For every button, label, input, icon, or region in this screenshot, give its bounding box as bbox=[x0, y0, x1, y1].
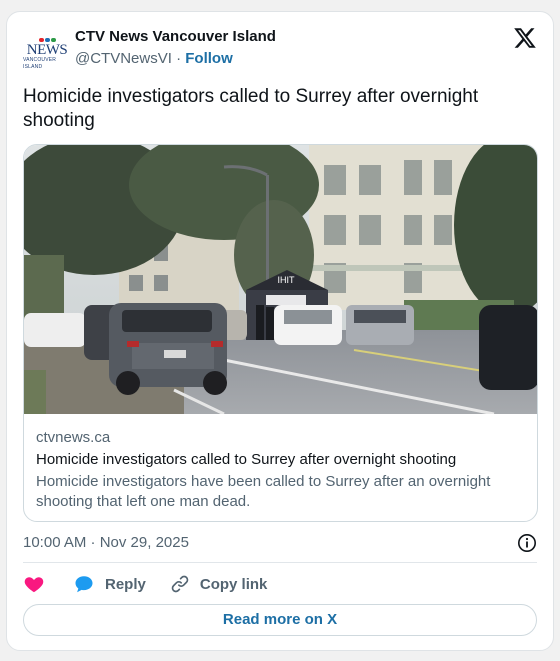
like-button[interactable] bbox=[23, 573, 45, 595]
action-bar: Reply Copy link bbox=[23, 569, 537, 599]
copy-link-label: Copy link bbox=[199, 575, 268, 593]
handle-row: @CTVNewsVI · Follow bbox=[75, 50, 233, 67]
news-photo: IHIT bbox=[24, 145, 537, 414]
tent-label: IHIT bbox=[278, 275, 296, 285]
link-title[interactable]: Homicide investigators called to Surrey … bbox=[36, 450, 525, 470]
info-icon[interactable] bbox=[517, 533, 537, 553]
avatar-logo-subtext: VANCOUVER ISLAND bbox=[23, 56, 57, 70]
reply-button[interactable]: Reply bbox=[73, 573, 146, 595]
tweet-text: Homicide investigators called to Surrey … bbox=[23, 86, 479, 131]
tweet-timestamp[interactable]: 10:00 AM · Nov 29, 2025 bbox=[23, 534, 189, 551]
link-meta: ctvnews.ca Homicide investigators called… bbox=[36, 428, 525, 512]
link-icon bbox=[171, 575, 189, 593]
reply-label: Reply bbox=[105, 575, 146, 593]
link-domain: ctvnews.ca bbox=[36, 429, 111, 446]
follow-button[interactable]: Follow bbox=[185, 50, 233, 67]
heart-icon bbox=[24, 577, 44, 593]
copy-link-button[interactable]: Copy link bbox=[170, 574, 268, 594]
avatar-logo-text: NEWS bbox=[26, 41, 68, 58]
read-more-button[interactable]: Read more on X bbox=[23, 604, 537, 636]
ctv-logo-icon bbox=[38, 37, 56, 42]
handle-separator: · bbox=[176, 50, 182, 67]
author-handle[interactable]: @CTVNewsVI bbox=[75, 50, 172, 67]
timestamp-row: 10:00 AM · Nov 29, 2025 bbox=[23, 531, 537, 555]
speech-bubble-icon bbox=[75, 576, 93, 593]
divider bbox=[23, 562, 537, 563]
x-logo-icon[interactable] bbox=[513, 26, 537, 50]
author-name[interactable]: CTV News Vancouver Island bbox=[75, 28, 276, 45]
avatar[interactable]: NEWS VANCOUVER ISLAND bbox=[23, 30, 71, 78]
tweet-embed-card: NEWS VANCOUVER ISLAND CTV News Vancouver… bbox=[6, 11, 554, 651]
tweet-header: NEWS VANCOUVER ISLAND CTV News Vancouver… bbox=[23, 26, 537, 76]
link-preview-card[interactable]: IHIT ctvnews.ca Homicide investigators c… bbox=[23, 144, 538, 522]
link-description: Homicide investigators have been called … bbox=[36, 473, 491, 510]
